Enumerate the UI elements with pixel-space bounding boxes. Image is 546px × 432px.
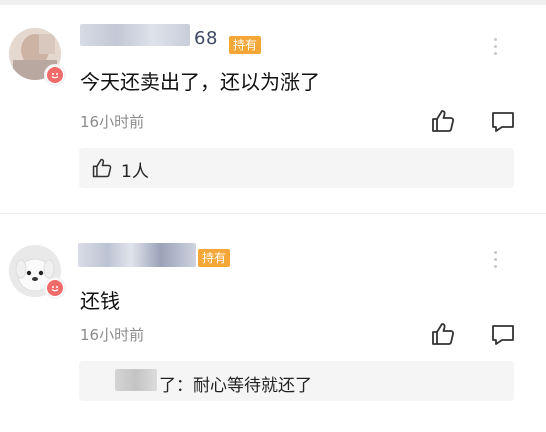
reply-author-mask: [115, 369, 157, 391]
likes-box[interactable]: 1人: [79, 148, 514, 188]
comment-time: 16小时前: [80, 326, 145, 344]
comment-item: 持有 还钱 16小时前 了：耐心等待就还了: [0, 233, 546, 432]
likes-count: 1人: [121, 162, 149, 182]
more-options-icon[interactable]: [492, 38, 498, 58]
smile-icon: [51, 73, 59, 79]
reply-content: 了：耐心等待就还了: [159, 376, 312, 396]
comment-divider: [0, 213, 546, 214]
top-divider: [0, 0, 546, 5]
reply-box[interactable]: 了：耐心等待就还了: [79, 361, 514, 401]
username-suffix[interactable]: 68: [194, 28, 218, 49]
comment-content: 今天还卖出了，还以为涨了: [80, 70, 320, 94]
holder-tag: 持有: [198, 249, 231, 267]
holder-tag: 持有: [229, 36, 262, 54]
username-mask: [80, 24, 190, 46]
smile-icon: [51, 286, 59, 292]
thumbs-up-icon: [92, 158, 112, 178]
comment-reply-icon[interactable]: [490, 109, 516, 135]
comment-time: 16小时前: [80, 113, 145, 131]
comment-reply-icon[interactable]: [490, 322, 516, 348]
thumbs-up-icon[interactable]: [430, 108, 456, 134]
comment-content: 还钱: [80, 289, 120, 313]
comment-item: 68 持有 今天还卖出了，还以为涨了 16小时前 1人: [0, 18, 546, 208]
user-badge-icon: [44, 64, 66, 86]
username-mask: [78, 243, 196, 267]
user-badge-icon: [44, 277, 66, 299]
more-options-icon[interactable]: [492, 251, 498, 271]
thumbs-up-icon[interactable]: [430, 321, 456, 347]
